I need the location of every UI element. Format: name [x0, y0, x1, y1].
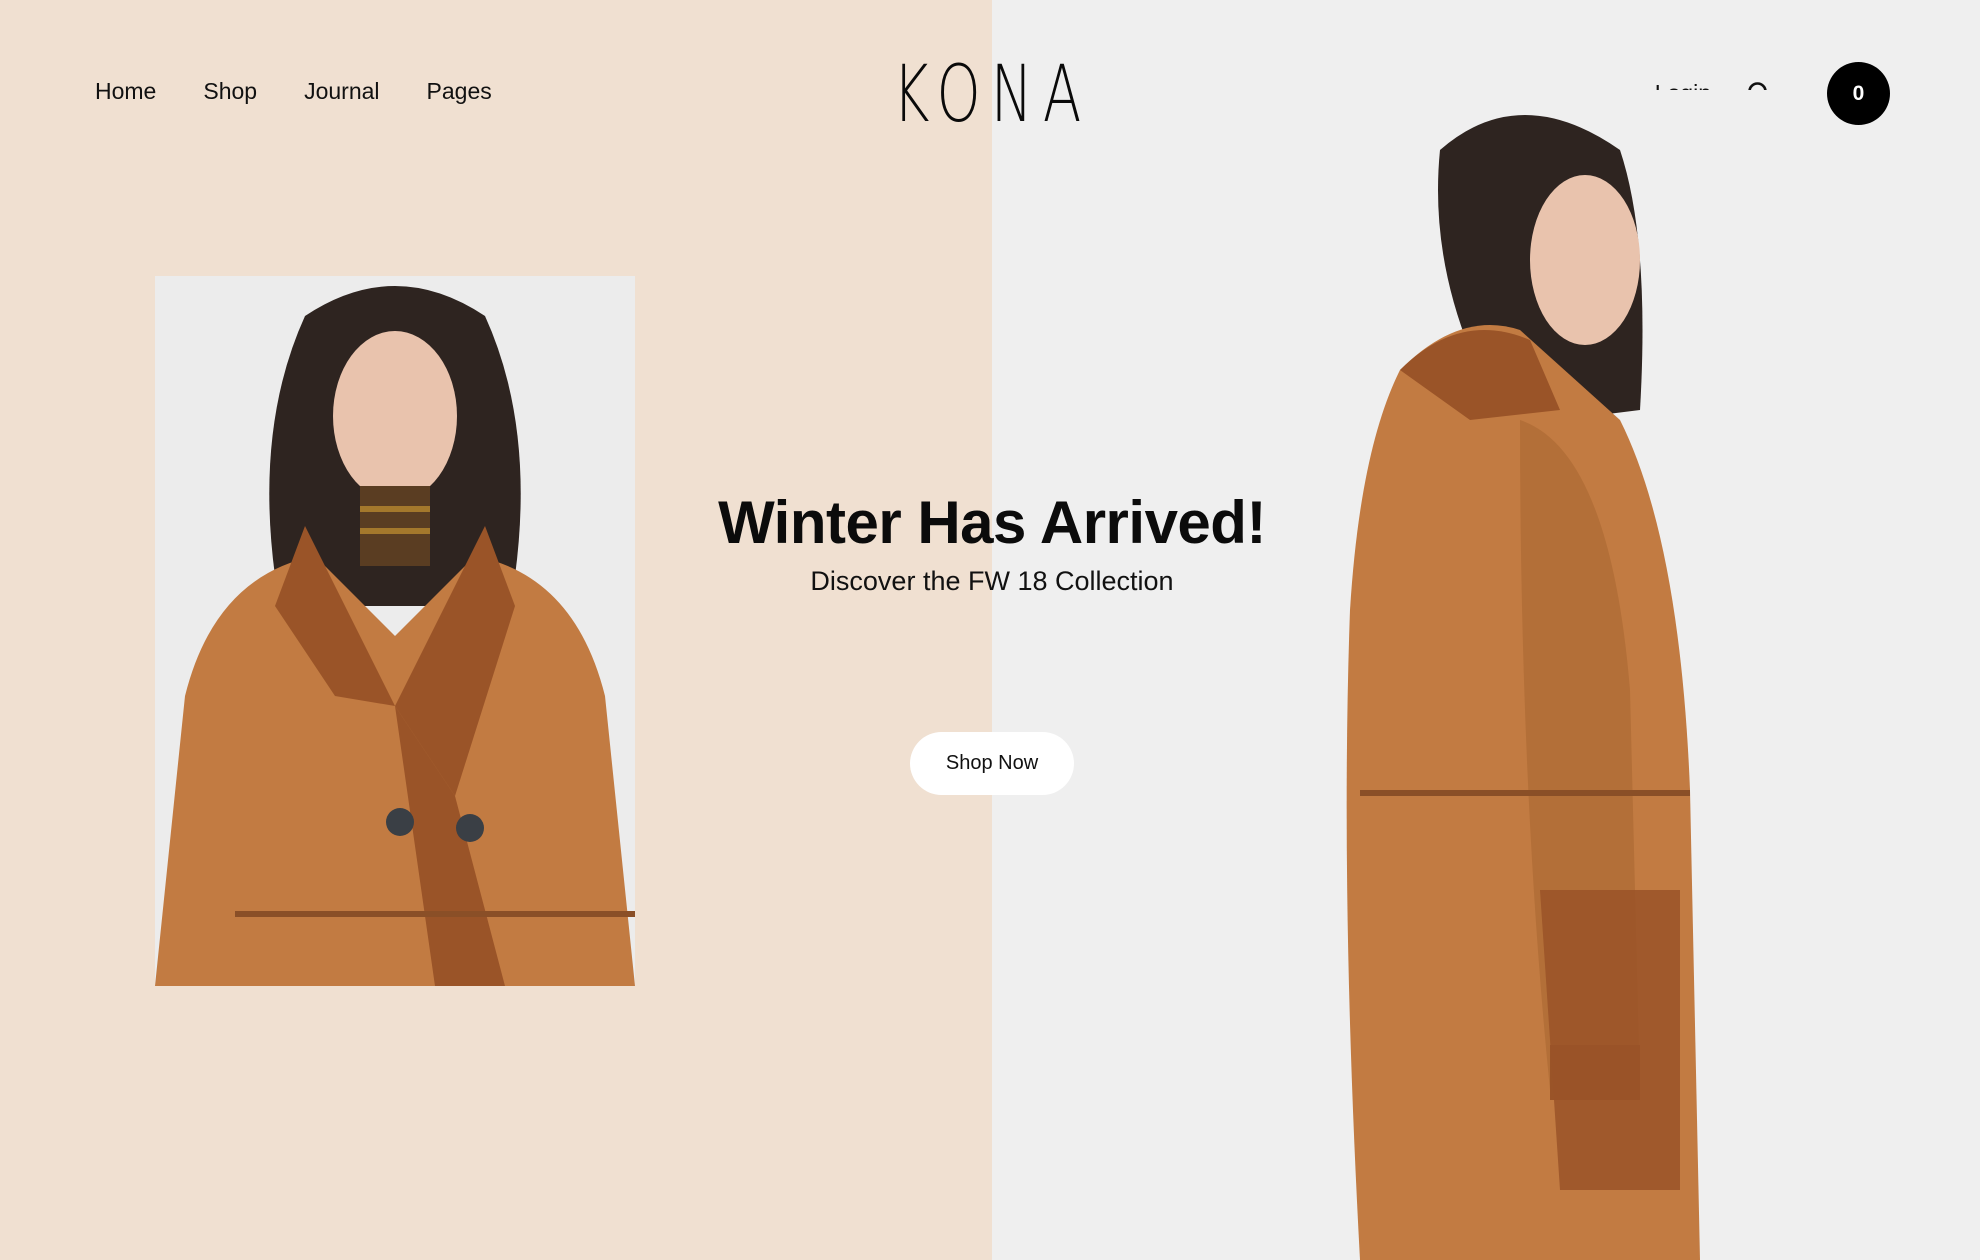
- cart-button[interactable]: 0: [1827, 62, 1890, 125]
- nav-link-shop[interactable]: Shop: [203, 78, 257, 105]
- shop-now-button[interactable]: Shop Now: [910, 732, 1074, 795]
- nav-link-home[interactable]: Home: [95, 78, 156, 105]
- model-profile-image: [1320, 90, 1800, 1260]
- hero-subtitle: Discover the FW 18 Collection: [810, 566, 1174, 596]
- cart-count: 0: [1852, 81, 1865, 105]
- model-closeup-image: [155, 276, 635, 986]
- hero-title: Winter Has Arrived!: [718, 489, 1266, 556]
